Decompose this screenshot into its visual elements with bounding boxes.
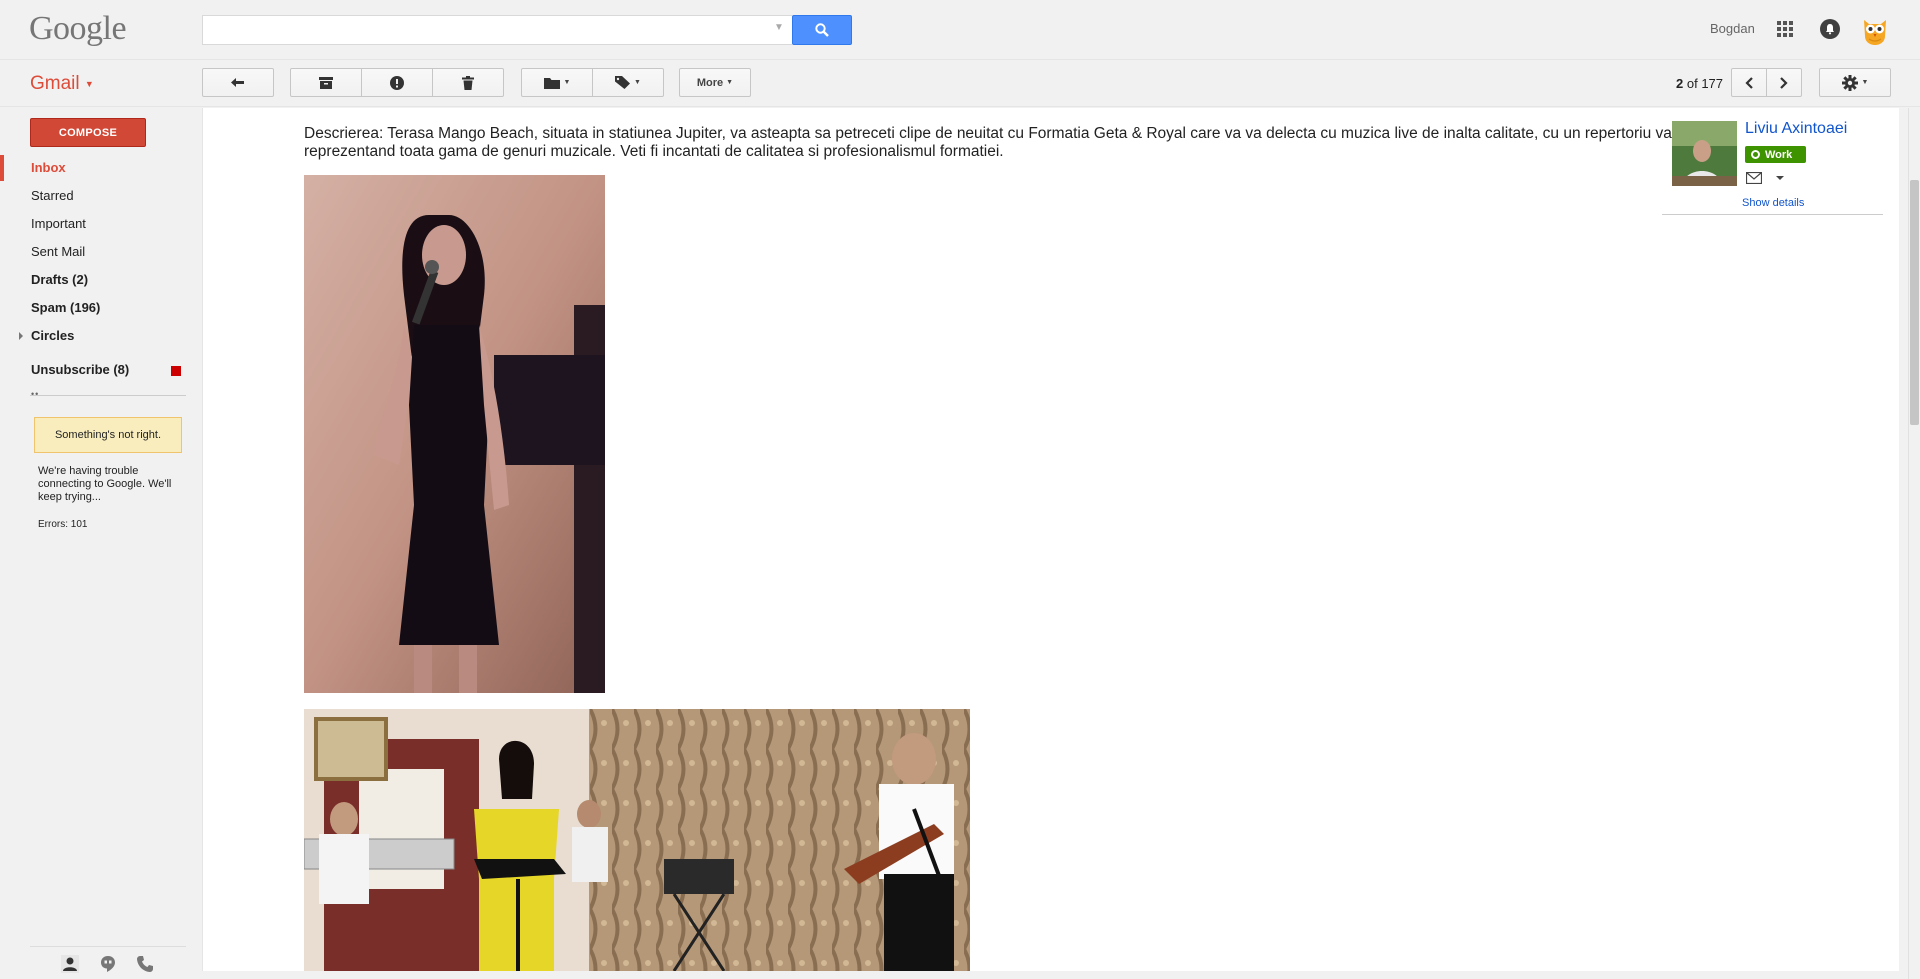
pager-total: 177 — [1701, 76, 1724, 91]
pager-current: 2 — [1676, 76, 1684, 91]
back-arrow-icon — [231, 77, 244, 87]
chevron-down-icon: ▼ — [726, 79, 734, 86]
sidebar: COMPOSE Inbox Starred Important Sent Mai… — [0, 108, 202, 979]
error-count: Errors: 101 — [38, 519, 88, 530]
pager-count: 2 of 177 — [1676, 76, 1723, 91]
toolbar: Gmail ▼ ▼ ▼ More ▼ 2 of 177 ▼ — [0, 61, 1920, 107]
chevron-right-icon — [1780, 76, 1788, 89]
label-color-badge — [171, 366, 181, 376]
google-logo[interactable]: Google — [29, 10, 127, 48]
contact-avatar[interactable] — [1672, 121, 1737, 186]
show-details-link[interactable]: Show details — [1742, 197, 1804, 209]
contact-divider — [1662, 214, 1883, 215]
sidebar-item-unsubscribe[interactable]: Unsubscribe (8) — [0, 357, 190, 383]
phone-icon[interactable] — [136, 955, 154, 973]
settings-button[interactable]: ▼ — [1819, 68, 1891, 97]
archive-button[interactable] — [290, 68, 362, 97]
sidebar-item-label: Circles — [31, 328, 75, 343]
hangouts-icon[interactable] — [99, 955, 117, 973]
message-view: Descrierea: Terasa Mango Beach, situata … — [202, 108, 1899, 971]
archive-icon — [319, 76, 333, 89]
top-bar: Google ▼ Bogdan — [0, 0, 1920, 60]
sidebar-item-inbox[interactable]: Inbox — [0, 155, 190, 181]
badge-label: Work — [1765, 148, 1793, 161]
error-message: We're having trouble connecting to Googl… — [38, 465, 172, 503]
compose-button[interactable]: COMPOSE — [30, 118, 146, 147]
scrollbar-thumb[interactable] — [1910, 180, 1919, 425]
chevron-down-icon[interactable] — [1776, 176, 1784, 180]
move-to-button[interactable]: ▼ — [521, 68, 593, 97]
sidebar-item-sent-mail[interactable]: Sent Mail — [0, 239, 190, 265]
bell-icon — [1826, 24, 1834, 35]
report-spam-button[interactable] — [361, 68, 433, 97]
contact-name[interactable]: Liviu Axintoaei — [1745, 120, 1847, 138]
delete-icon — [462, 75, 474, 90]
pager-of: of — [1686, 76, 1698, 91]
chevron-down-icon: ▼ — [1861, 79, 1869, 86]
chevron-down-icon: ▼ — [563, 79, 571, 86]
newer-button[interactable] — [1731, 68, 1767, 97]
label-icon — [615, 76, 631, 89]
email-icon[interactable] — [1746, 172, 1762, 184]
report-spam-icon — [390, 75, 404, 90]
error-banner: Something's not right. — [34, 417, 182, 453]
chevron-left-icon — [1745, 76, 1753, 89]
sidebar-item-spam[interactable]: Spam (196) — [0, 295, 190, 321]
sidebar-footer — [30, 946, 186, 979]
gmail-label: Gmail — [30, 73, 80, 94]
search-options-dropdown-icon[interactable]: ▼ — [774, 22, 784, 33]
chevron-down-icon: ▼ — [84, 78, 94, 89]
sidebar-divider — [30, 395, 186, 396]
search-button[interactable] — [792, 15, 852, 45]
apps-icon[interactable] — [1777, 21, 1793, 37]
user-name[interactable]: Bogdan — [1710, 21, 1755, 36]
search-icon — [815, 23, 829, 37]
labels-button[interactable]: ▼ — [592, 68, 664, 97]
owl-avatar-icon[interactable] — [1861, 14, 1889, 46]
delete-button[interactable] — [432, 68, 504, 97]
folder-icon — [543, 77, 560, 89]
gear-icon — [1841, 74, 1858, 91]
older-button[interactable] — [1766, 68, 1802, 97]
work-circle-badge[interactable]: Work — [1745, 146, 1806, 163]
more-labels-indicator[interactable]: •• — [31, 389, 39, 399]
sidebar-item-label: Unsubscribe (8) — [31, 362, 130, 377]
back-button[interactable] — [202, 68, 274, 97]
more-label: More — [696, 76, 724, 89]
singer-photo[interactable] — [304, 175, 605, 693]
sidebar-item-starred[interactable]: Starred — [0, 183, 190, 209]
message-body-text: Descrierea: Terasa Mango Beach, situata … — [304, 125, 1694, 160]
sidebar-item-circles[interactable]: Circles — [0, 323, 190, 349]
person-icon[interactable] — [61, 955, 79, 973]
expand-caret-icon[interactable] — [19, 332, 23, 340]
chevron-down-icon: ▼ — [634, 79, 641, 86]
gmail-menu[interactable]: Gmail ▼ — [30, 73, 94, 95]
sidebar-item-important[interactable]: Important — [0, 211, 190, 237]
band-photo[interactable] — [304, 709, 970, 971]
sidebar-item-drafts[interactable]: Drafts (2) — [0, 267, 190, 293]
circle-icon — [1751, 150, 1760, 159]
notifications-icon[interactable] — [1820, 19, 1840, 39]
more-button[interactable]: More ▼ — [679, 68, 751, 97]
search-input[interactable] — [202, 15, 792, 45]
